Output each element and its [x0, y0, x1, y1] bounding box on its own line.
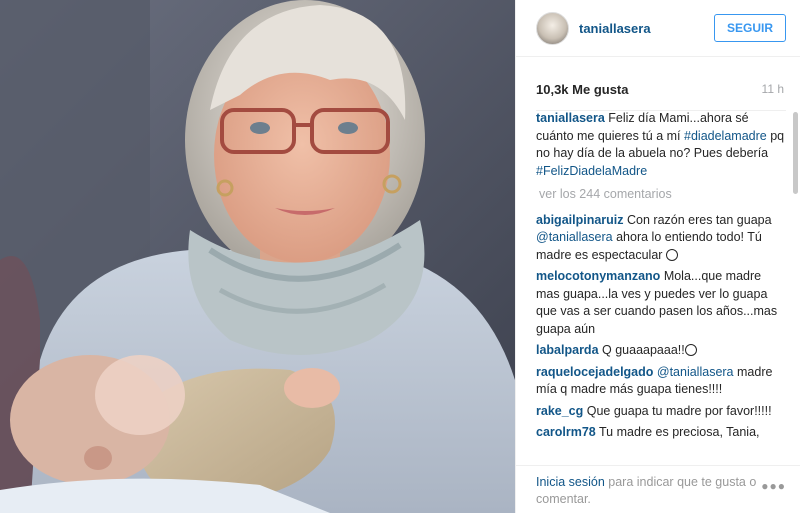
hashtag-link[interactable]: #diadelamadre: [684, 129, 767, 143]
comment-text: Q guaaapaaa!!: [602, 343, 685, 357]
username-link[interactable]: taniallasera: [579, 21, 714, 36]
post-footer: Inicia sesión para indicar que te gusta …: [516, 465, 800, 513]
comment-author[interactable]: raquelocejadelgado: [536, 365, 653, 379]
mention-link[interactable]: @taniallasera: [536, 230, 613, 244]
comment-author[interactable]: abigailpinaruiz: [536, 213, 624, 227]
comment-item: rake_cg Que guapa tu madre por favor!!!!…: [536, 403, 788, 421]
photo-illustration: [0, 0, 515, 513]
caption-author[interactable]: taniallasera: [536, 111, 605, 125]
hashtag-link[interactable]: #FelizDiadelaMadre: [536, 164, 647, 178]
comment-author[interactable]: melocotonymanzano: [536, 269, 660, 283]
comments-list[interactable]: taniallasera Feliz día Mami...ahora sé c…: [536, 110, 788, 464]
follow-button[interactable]: SEGUIR: [713, 14, 786, 42]
post-header: taniallasera SEGUIR: [516, 0, 800, 57]
comment-text: Con razón eres tan guapa: [627, 212, 772, 227]
heart-eyes-face-icon: [684, 344, 697, 356]
comment-author[interactable]: carolrm78: [536, 425, 596, 439]
likes-count[interactable]: 10,3k Me gusta: [536, 82, 629, 97]
post-modal: taniallasera SEGUIR 10,3k Me gusta 11 h …: [0, 0, 800, 513]
comment-author[interactable]: labalparda: [536, 343, 599, 357]
comment-item: raquelocejadelgado @taniallasera madre m…: [536, 364, 788, 399]
comment-author[interactable]: rake_cg: [536, 404, 583, 418]
avatar[interactable]: [536, 11, 569, 45]
caption: taniallasera Feliz día Mami...ahora sé c…: [536, 110, 788, 180]
login-link[interactable]: Inicia sesión: [536, 475, 605, 489]
post-photo[interactable]: [0, 0, 515, 513]
comment-text: Que guapa tu madre por favor!!!!!: [586, 403, 772, 418]
more-options-icon[interactable]: ●●●: [761, 478, 786, 495]
comment-text: Tu madre es preciosa, Tania,: [599, 425, 760, 439]
mention-link[interactable]: @taniallasera: [657, 365, 734, 379]
comments-scrollbar[interactable]: [793, 112, 798, 194]
likes-row: 10,3k Me gusta 11 h: [516, 74, 800, 104]
comment-item: abigailpinaruiz Con razón eres tan guapa…: [536, 212, 788, 265]
view-all-comments-link[interactable]: ver los 244 comentarios: [539, 186, 788, 204]
comment-item: labalparda Q guaaapaaa!!: [536, 342, 788, 360]
comment-item: carolrm78 Tu madre es preciosa, Tania,: [536, 424, 788, 442]
smiling-face-icon: [665, 248, 678, 261]
post-time[interactable]: 11 h: [762, 82, 784, 96]
post-side-panel: taniallasera SEGUIR 10,3k Me gusta 11 h …: [515, 0, 800, 513]
comment-item: melocotonymanzano Mola...que madre mas g…: [536, 268, 788, 338]
